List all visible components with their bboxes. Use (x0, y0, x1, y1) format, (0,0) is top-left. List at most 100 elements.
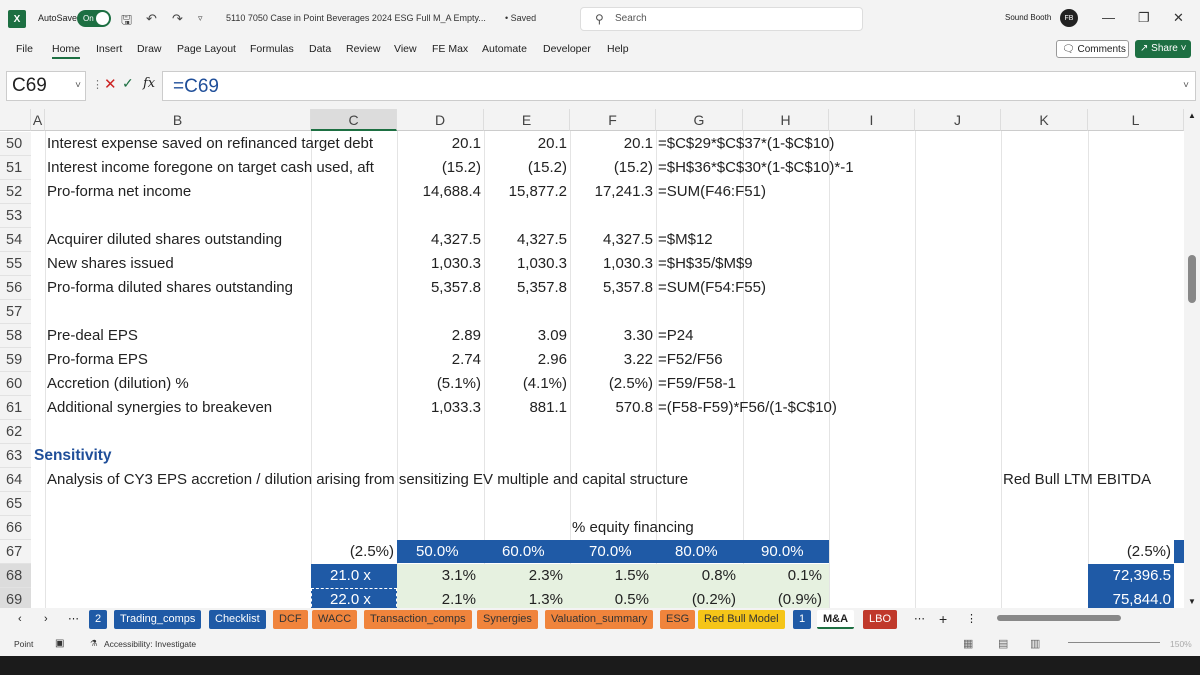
more-sheets-icon[interactable]: ⋯ (908, 610, 931, 629)
menu-review[interactable]: Review (346, 43, 380, 55)
cell-d[interactable]: 2.74 (397, 348, 484, 372)
row-header[interactable]: 55 (0, 252, 31, 276)
cell-e[interactable]: 3.09 (484, 324, 570, 348)
document-title[interactable]: 5110 7050 Case in Point Beverages 2024 E… (226, 13, 486, 23)
zoom-level[interactable]: 150% (1170, 639, 1192, 649)
sensitivity-value[interactable]: 0.8% (656, 564, 739, 588)
menu-help[interactable]: Help (607, 43, 629, 55)
cell-formula[interactable]: =$C$29*$C$37*(1-$C$10) (658, 132, 1008, 156)
equity-financing-label[interactable]: % equity financing (572, 516, 742, 540)
cell-e[interactable]: 15,877.2 (484, 180, 570, 204)
sensitivity-description[interactable]: Analysis of CY3 EPS accretion / dilution… (47, 468, 807, 492)
row-header[interactable]: 69 (0, 588, 31, 608)
column-header-b[interactable]: B (45, 109, 311, 131)
macro-record-icon[interactable]: ▣ (55, 638, 64, 649)
equity-header-cell[interactable]: 90.0% (761, 540, 821, 564)
share-button[interactable]: ↗ Share ˅ (1135, 40, 1191, 58)
insert-function-icon[interactable]: fx (143, 76, 155, 91)
menu-automate[interactable]: Automate (482, 43, 527, 55)
row-label[interactable]: Interest expense saved on refinanced tar… (47, 132, 397, 156)
row-label[interactable]: Pro-forma net income (47, 180, 397, 204)
column-header-f[interactable]: F (570, 109, 656, 131)
row-header[interactable]: 65 (0, 492, 31, 516)
confirm-entry-icon[interactable]: ✓ (122, 75, 134, 92)
menu-page-layout[interactable]: Page Layout (177, 43, 236, 55)
cell-f[interactable]: 5,357.8 (570, 276, 656, 300)
row-label[interactable]: Pre-deal EPS (47, 324, 397, 348)
cell-d[interactable]: 2.89 (397, 324, 484, 348)
more-tabs-icon[interactable]: ⋯ (62, 610, 85, 629)
sensitivity-corner-value[interactable]: (2.5%) (311, 540, 397, 564)
sensitivity-value[interactable]: 0.1% (743, 564, 825, 588)
avatar[interactable]: FB (1060, 9, 1078, 27)
equity-header-cell[interactable]: 80.0% (675, 540, 735, 564)
cell-formula[interactable]: =P24 (658, 324, 1008, 348)
menu-fe-max[interactable]: FE Max (432, 43, 468, 55)
row-header[interactable]: 52 (0, 180, 31, 204)
save-icon[interactable]: 🖫 (121, 11, 132, 33)
cell-formula[interactable]: =$H$35/$M$9 (658, 252, 1008, 276)
scroll-down-icon[interactable]: ▼ (1188, 597, 1196, 606)
formula-input[interactable]: =C69 ˅ (162, 71, 1196, 101)
row-label[interactable]: Interest income foregone on target cash … (47, 156, 397, 180)
search-input[interactable]: ⚲ Search (580, 7, 863, 31)
sheet-tab-red-bull-model[interactable]: Red Bull Model (698, 610, 785, 629)
row-header[interactable]: 50 (0, 132, 31, 156)
cell-d[interactable]: 20.1 (397, 132, 484, 156)
expand-formula-icon[interactable]: ˅ (1183, 80, 1189, 91)
tab-options-icon[interactable]: ⋮ (960, 610, 983, 629)
cancel-entry-icon[interactable]: ✕ (104, 75, 117, 93)
page-layout-view-icon[interactable]: ▤ (998, 637, 1008, 650)
zoom-slider[interactable] (1068, 642, 1160, 643)
horizontal-scrollbar[interactable] (987, 613, 1183, 623)
menu-developer[interactable]: Developer (543, 43, 591, 55)
row-header[interactable]: 66 (0, 516, 31, 540)
minimize-icon[interactable]: — (1102, 10, 1115, 25)
ebitda-value[interactable]: 72,396.5 (1088, 564, 1174, 588)
scroll-tabs-left-icon[interactable]: ‹ (12, 610, 28, 629)
sensitivity-heading[interactable]: Sensitivity (34, 444, 234, 468)
sheet-tab-synergies[interactable]: Synergies (477, 610, 538, 629)
row-header[interactable]: 61 (0, 396, 31, 420)
worksheet-grid[interactable]: A B C D E F G H I J K L 50 Interest expe… (0, 109, 1184, 608)
autosave-toggle[interactable]: On (77, 10, 111, 27)
sheet-tab-valuation-summary[interactable]: Valuation_summary (545, 610, 654, 629)
menu-formulas[interactable]: Formulas (250, 43, 294, 55)
chevron-down-icon[interactable]: ˅ (75, 80, 81, 91)
cell-e[interactable]: (4.1%) (484, 372, 570, 396)
more-options-icon[interactable]: ⋮ (92, 78, 103, 91)
cell-d[interactable]: 4,327.5 (397, 228, 484, 252)
saved-status[interactable]: • Saved (505, 13, 536, 23)
page-break-view-icon[interactable]: ▥ (1030, 637, 1040, 650)
name-box[interactable]: C69 ˅ (6, 71, 86, 101)
redo-icon[interactable]: ↷ (172, 11, 183, 27)
sheet-tab-m-and-a[interactable]: M&A (817, 610, 855, 629)
menu-data[interactable]: Data (309, 43, 331, 55)
maximize-icon[interactable]: ❐ (1138, 10, 1150, 26)
cell-f[interactable]: 17,241.3 (570, 180, 656, 204)
scroll-thumb[interactable] (997, 615, 1121, 621)
customize-qat-icon[interactable]: ▿ (198, 13, 203, 24)
column-header-l[interactable]: L (1088, 109, 1184, 131)
cell-formula[interactable]: =F52/F56 (658, 348, 1008, 372)
comments-button[interactable]: 🗨 Comments (1056, 40, 1129, 58)
column-header-h[interactable]: H (743, 109, 829, 131)
cell-formula[interactable]: =$H$36*$C$30*(1-$C$10)*-1 (658, 156, 1008, 180)
row-header[interactable]: 57 (0, 300, 31, 324)
row-header[interactable]: 60 (0, 372, 31, 396)
sheet-tab-group-badge[interactable]: 2 (89, 610, 108, 629)
close-icon[interactable]: ✕ (1173, 10, 1184, 26)
right-corner-value[interactable]: (2.5%) (1088, 540, 1174, 564)
select-all-corner[interactable] (0, 109, 31, 131)
sheet-tab-esg[interactable]: ESG (660, 610, 696, 629)
cell-formula[interactable]: =SUM(F46:F51) (658, 180, 1008, 204)
column-header-k[interactable]: K (1001, 109, 1088, 131)
row-label[interactable]: Pro-forma diluted shares outstanding (47, 276, 397, 300)
menu-draw[interactable]: Draw (137, 43, 162, 55)
cell-formula[interactable]: =(F58-F59)*F56/(1-$C$10) (658, 396, 1008, 420)
cell-e[interactable]: 5,357.8 (484, 276, 570, 300)
cell-formula[interactable]: =SUM(F54:F55) (658, 276, 1008, 300)
cell-f[interactable]: 1,030.3 (570, 252, 656, 276)
column-header-c[interactable]: C (311, 109, 397, 131)
row-header[interactable]: 59 (0, 348, 31, 372)
